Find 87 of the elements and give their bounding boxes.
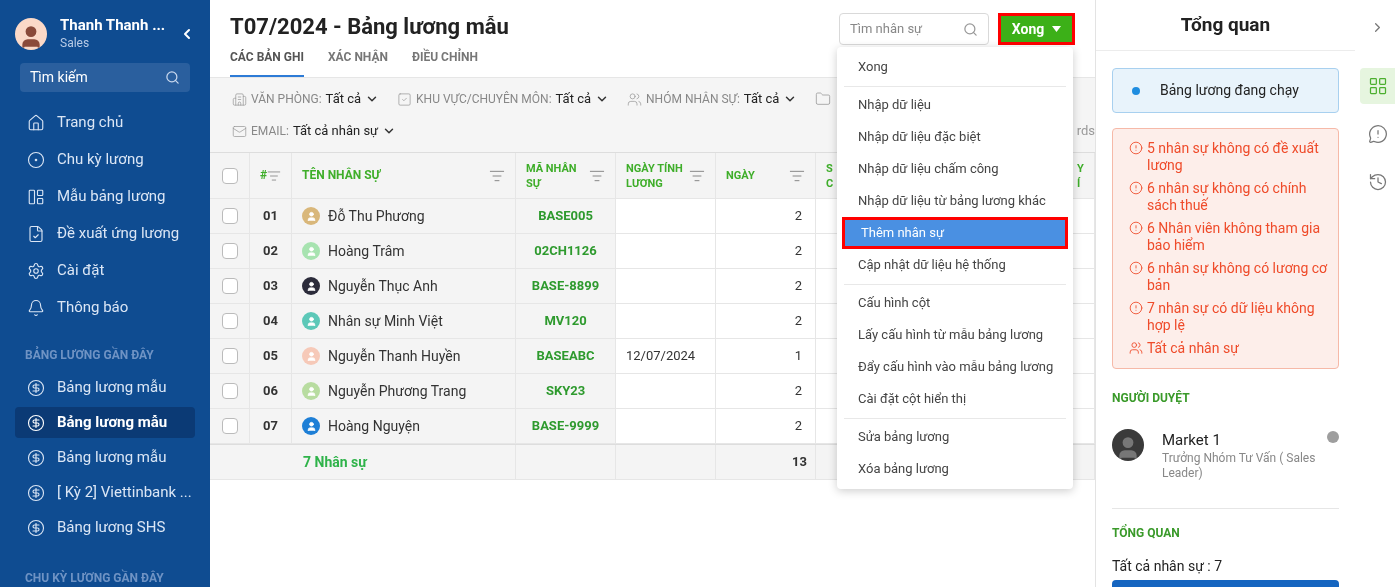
menu-item[interactable]: Xong (842, 51, 1068, 83)
table-cell-text: 2 (794, 312, 802, 331)
table-cell-text: 1 (794, 347, 802, 366)
warning-text: 7 nhân sự có dữ liệu không hợp lệ (1147, 300, 1316, 334)
table-cell-text: MV120 (544, 312, 587, 331)
sidebar-item[interactable]: Bảng lương SHS (15, 512, 195, 543)
panel-title: Tổng quan (1180, 11, 1271, 38)
menu-item[interactable]: Đẩy cấu hình vào mẫu bảng lương (842, 351, 1068, 383)
table-cell-text: 04 (263, 312, 278, 331)
filter-dropdown[interactable]: EMAIL: Tất cả nhân sự (232, 121, 397, 141)
table-cell-text: Nguyễn Thanh Huyền (328, 346, 461, 366)
approver-role: Trưởng Nhóm Tư Vấn ( Sales Leader) (1162, 451, 1317, 481)
column-header: MÃ NHÂN SỰ (526, 160, 578, 191)
section-title: BẢNG LƯƠNG GẦN ĐÂY (24, 346, 155, 365)
table-cell-text: Hoàng Trâm (328, 241, 405, 261)
sidebar-item[interactable]: Chu kỳ lương (15, 143, 195, 177)
filter-dropdown[interactable]: VĂN PHÒNG: Tất cả (232, 89, 380, 109)
table-cell-text: 2 (794, 242, 802, 261)
table-cell-text: 03 (263, 277, 278, 296)
menu-item[interactable]: Sửa bảng lương (842, 421, 1068, 453)
tab[interactable]: XÁC NHẬN (328, 48, 388, 77)
menu-item[interactable]: Cập nhật dữ liệu hệ thống (842, 249, 1068, 281)
table-cell-text: Nhân sự Minh Việt (328, 311, 443, 331)
sidebar-item[interactable]: Bảng lương mẫu (15, 407, 195, 439)
column-header: Y Í (1077, 160, 1085, 191)
table-cell-text: BASE-8899 (531, 277, 600, 296)
filter-text: rds (1076, 122, 1095, 141)
sidebar-item[interactable]: [ Kỳ 2] Viettinbank ... (15, 477, 195, 509)
menu-item[interactable]: Lấy cấu hình từ mẫu bảng lương (842, 319, 1068, 351)
table-cell-text: BASEABC (536, 347, 595, 366)
table-cell-text: 2 (794, 417, 802, 436)
page-title: T07/2024 - Bảng lương mẫu (230, 13, 509, 41)
user-role: Sales (60, 34, 91, 52)
filter-dropdown[interactable]: KHU VỰC/CHUYÊN MÔN: Tất cả (397, 89, 610, 109)
approver-name: Market 1 (1162, 430, 1221, 451)
table-cell-text: 06 (263, 382, 278, 401)
table-cell-text: 02 (263, 242, 278, 261)
table-cell-text: 07 (263, 417, 278, 436)
column-header: NGÀY (726, 168, 756, 183)
table-cell-text: Nguyễn Thục Anh (328, 276, 438, 296)
employee-count: 7 Nhân sự (303, 452, 367, 472)
search-field[interactable]: Tìm nhân sự (839, 13, 989, 45)
table-cell-text: 2 (794, 382, 802, 401)
table-cell-text: 01 (263, 207, 278, 226)
table-cell-text: Hoàng Nguyện (328, 416, 420, 436)
sidebar-item[interactable]: Trang chủ (15, 106, 195, 140)
table-cell-text: 12/07/2024 (626, 347, 696, 366)
menu-item[interactable]: Nhập dữ liệu từ bảng lương khác (842, 185, 1068, 217)
sidebar-item[interactable]: Bảng lương mẫu (15, 372, 195, 404)
menu-item[interactable]: Cấu hình cột (842, 287, 1068, 319)
sidebar-item[interactable]: Cài đặt (15, 254, 195, 288)
table-cell-text: 2 (794, 277, 802, 296)
status-text: Bảng lương đang chạy (1160, 81, 1299, 100)
table-cell-text: BASE-9999 (531, 417, 600, 436)
tab[interactable]: ĐIỀU CHỈNH (411, 48, 478, 77)
menu-item[interactable]: Cài đặt cột hiển thị (842, 383, 1068, 415)
sidebar-item[interactable]: Đề xuất ứng lương (15, 217, 195, 251)
section-title: CHU KỲ LƯƠNG GẦN ĐÂY (24, 569, 165, 587)
filter-dropdown[interactable]: NHÓM NHÂN SỰ: Tất cả (627, 89, 798, 109)
table-cell-text: Nguyễn Phương Trang (328, 381, 467, 401)
column-header: # (260, 168, 268, 183)
menu-item[interactable]: Nhập dữ liệu đặc biệt (842, 121, 1068, 153)
table-cell-text: BASE005 (538, 207, 593, 226)
menu-item[interactable]: Nhập dữ liệu (842, 89, 1068, 121)
summary-text: Tất cả nhân sự : 7 (1112, 557, 1224, 576)
sidebar-item[interactable]: Thông báo (15, 291, 195, 325)
table-cell-text: SKY23 (545, 382, 586, 401)
user-name: Thanh Thanh ... (60, 15, 166, 34)
table-cell-text: 2 (794, 207, 802, 226)
search-field[interactable]: Tìm kiếm (20, 63, 190, 93)
column-header: TÊN NHÂN SỰ (302, 168, 381, 183)
warning-text: 5 nhân sự không có đề xuất lương (1147, 140, 1320, 174)
total-cell-text: 13 (792, 453, 807, 472)
section-title: NGƯỜI DUYỆT (1112, 389, 1191, 407)
sidebar-item[interactable]: Mẫu bảng lương (15, 180, 195, 214)
column-header: NGÀY TÍNH LƯƠNG (626, 160, 684, 191)
column-header: S C (826, 160, 835, 191)
table-cell-text: 02CH1126 (534, 242, 597, 261)
warning-text: 6 nhân sự không có chính sách thuế (1147, 180, 1308, 214)
warning-text: 6 nhân sự không có lương cơ bản (1147, 260, 1329, 294)
table-cell-text: 05 (263, 347, 278, 366)
menu-item[interactable]: Nhập dữ liệu chấm công (842, 153, 1068, 185)
menu-item[interactable]: Xóa bảng lương (842, 453, 1068, 485)
sidebar-item[interactable]: Bảng lương mẫu (15, 442, 195, 474)
warning-text: 6 Nhân viên không tham gia bảo hiểm (1147, 220, 1322, 254)
section-title: TỔNG QUAN (1112, 524, 1181, 542)
table-cell-text: Đỗ Thu Phương (328, 206, 425, 226)
